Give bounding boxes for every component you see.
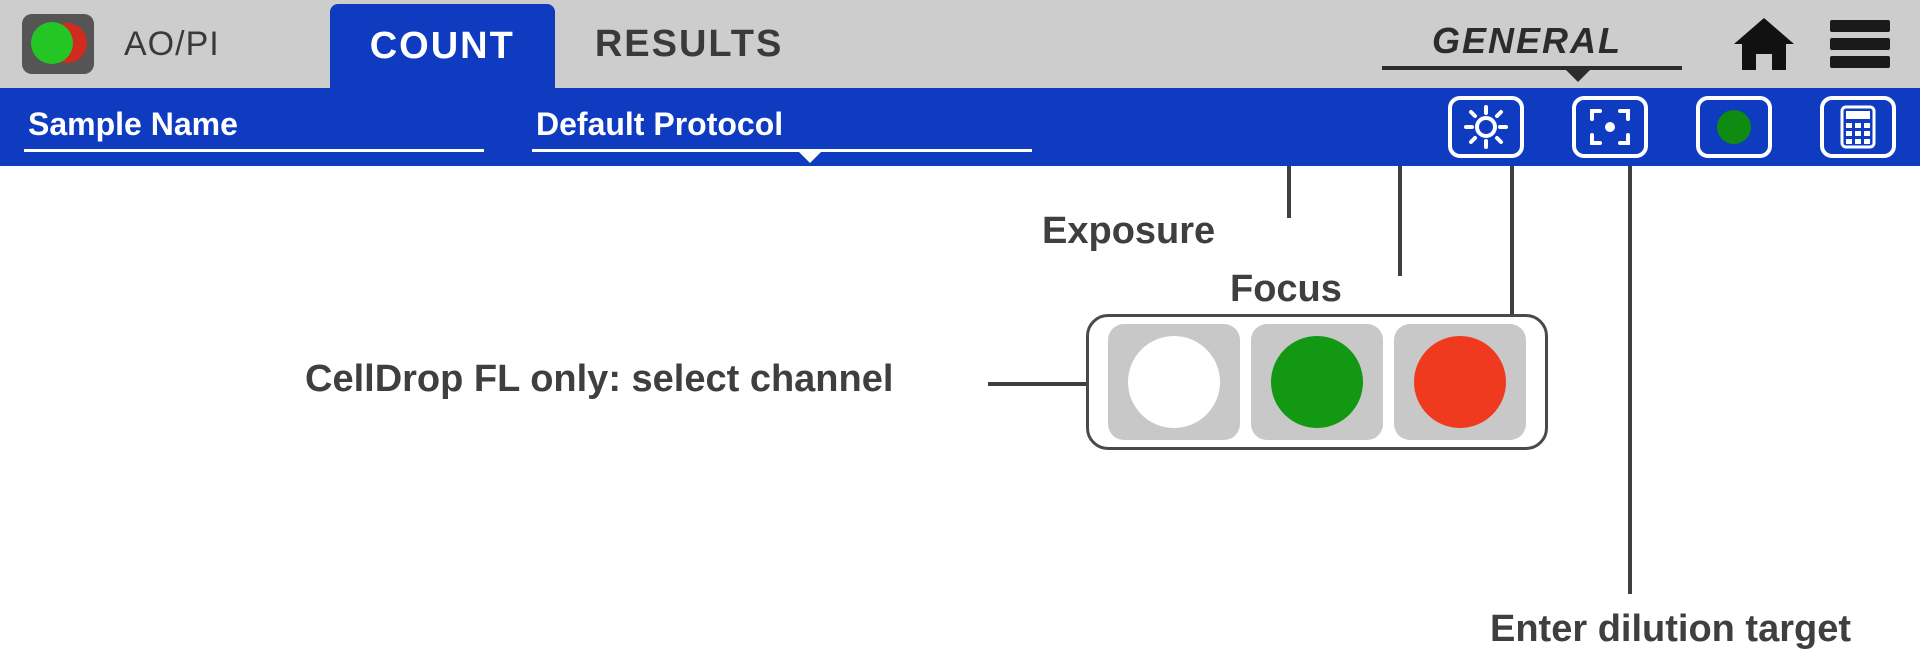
focus-button[interactable] (1572, 96, 1648, 158)
mode-dropdown[interactable]: GENERAL (1382, 18, 1682, 70)
tab-results[interactable]: RESULTS (555, 0, 824, 88)
leader-line-focus (1398, 166, 1402, 276)
exposure-button[interactable] (1448, 96, 1524, 158)
leader-line-channel (1510, 166, 1514, 324)
annotation-dilution: Enter dilution target (1490, 608, 1851, 651)
annotation-exposure: Exposure (1042, 210, 1215, 253)
channel-green-button[interactable] (1251, 324, 1383, 440)
protocol-dropdown[interactable]: Default Protocol (532, 102, 1032, 152)
white-circle-icon (1128, 336, 1220, 428)
annotation-channel: CellDrop FL only: select channel (305, 358, 893, 401)
leader-line-exposure (1287, 166, 1291, 218)
top-toolbar: AO/PI COUNT RESULTS GENERAL (0, 0, 1920, 88)
annotation-area: Exposure Focus CellDrop FL only: select … (0, 166, 1920, 667)
assay-label: AO/PI (124, 25, 220, 64)
dilution-calculator-button[interactable] (1820, 96, 1896, 158)
green-dot-icon (31, 22, 73, 64)
tab-count[interactable]: COUNT (330, 4, 555, 88)
sub-toolbar: Sample Name Default Protocol (0, 88, 1920, 166)
leader-line-dilution (1628, 166, 1632, 594)
calculator-icon (1836, 105, 1880, 149)
channel-red-button[interactable] (1394, 324, 1526, 440)
main-tabs: COUNT RESULTS (330, 0, 824, 88)
focus-target-icon (1588, 105, 1632, 149)
green-circle-icon (1271, 336, 1363, 428)
channel-indicator-icon (1717, 110, 1751, 144)
annotation-focus: Focus (1230, 268, 1342, 311)
hamburger-menu-icon[interactable] (1830, 20, 1890, 68)
assay-icon[interactable] (22, 14, 94, 74)
brightness-icon (1464, 105, 1508, 149)
channel-indicator-button[interactable] (1696, 96, 1772, 158)
red-circle-icon (1414, 336, 1506, 428)
channel-white-button[interactable] (1108, 324, 1240, 440)
home-icon[interactable] (1732, 16, 1796, 72)
sample-name-input[interactable]: Sample Name (24, 102, 484, 152)
channel-selector (1086, 314, 1548, 450)
leader-line-channel-h (988, 382, 1086, 386)
